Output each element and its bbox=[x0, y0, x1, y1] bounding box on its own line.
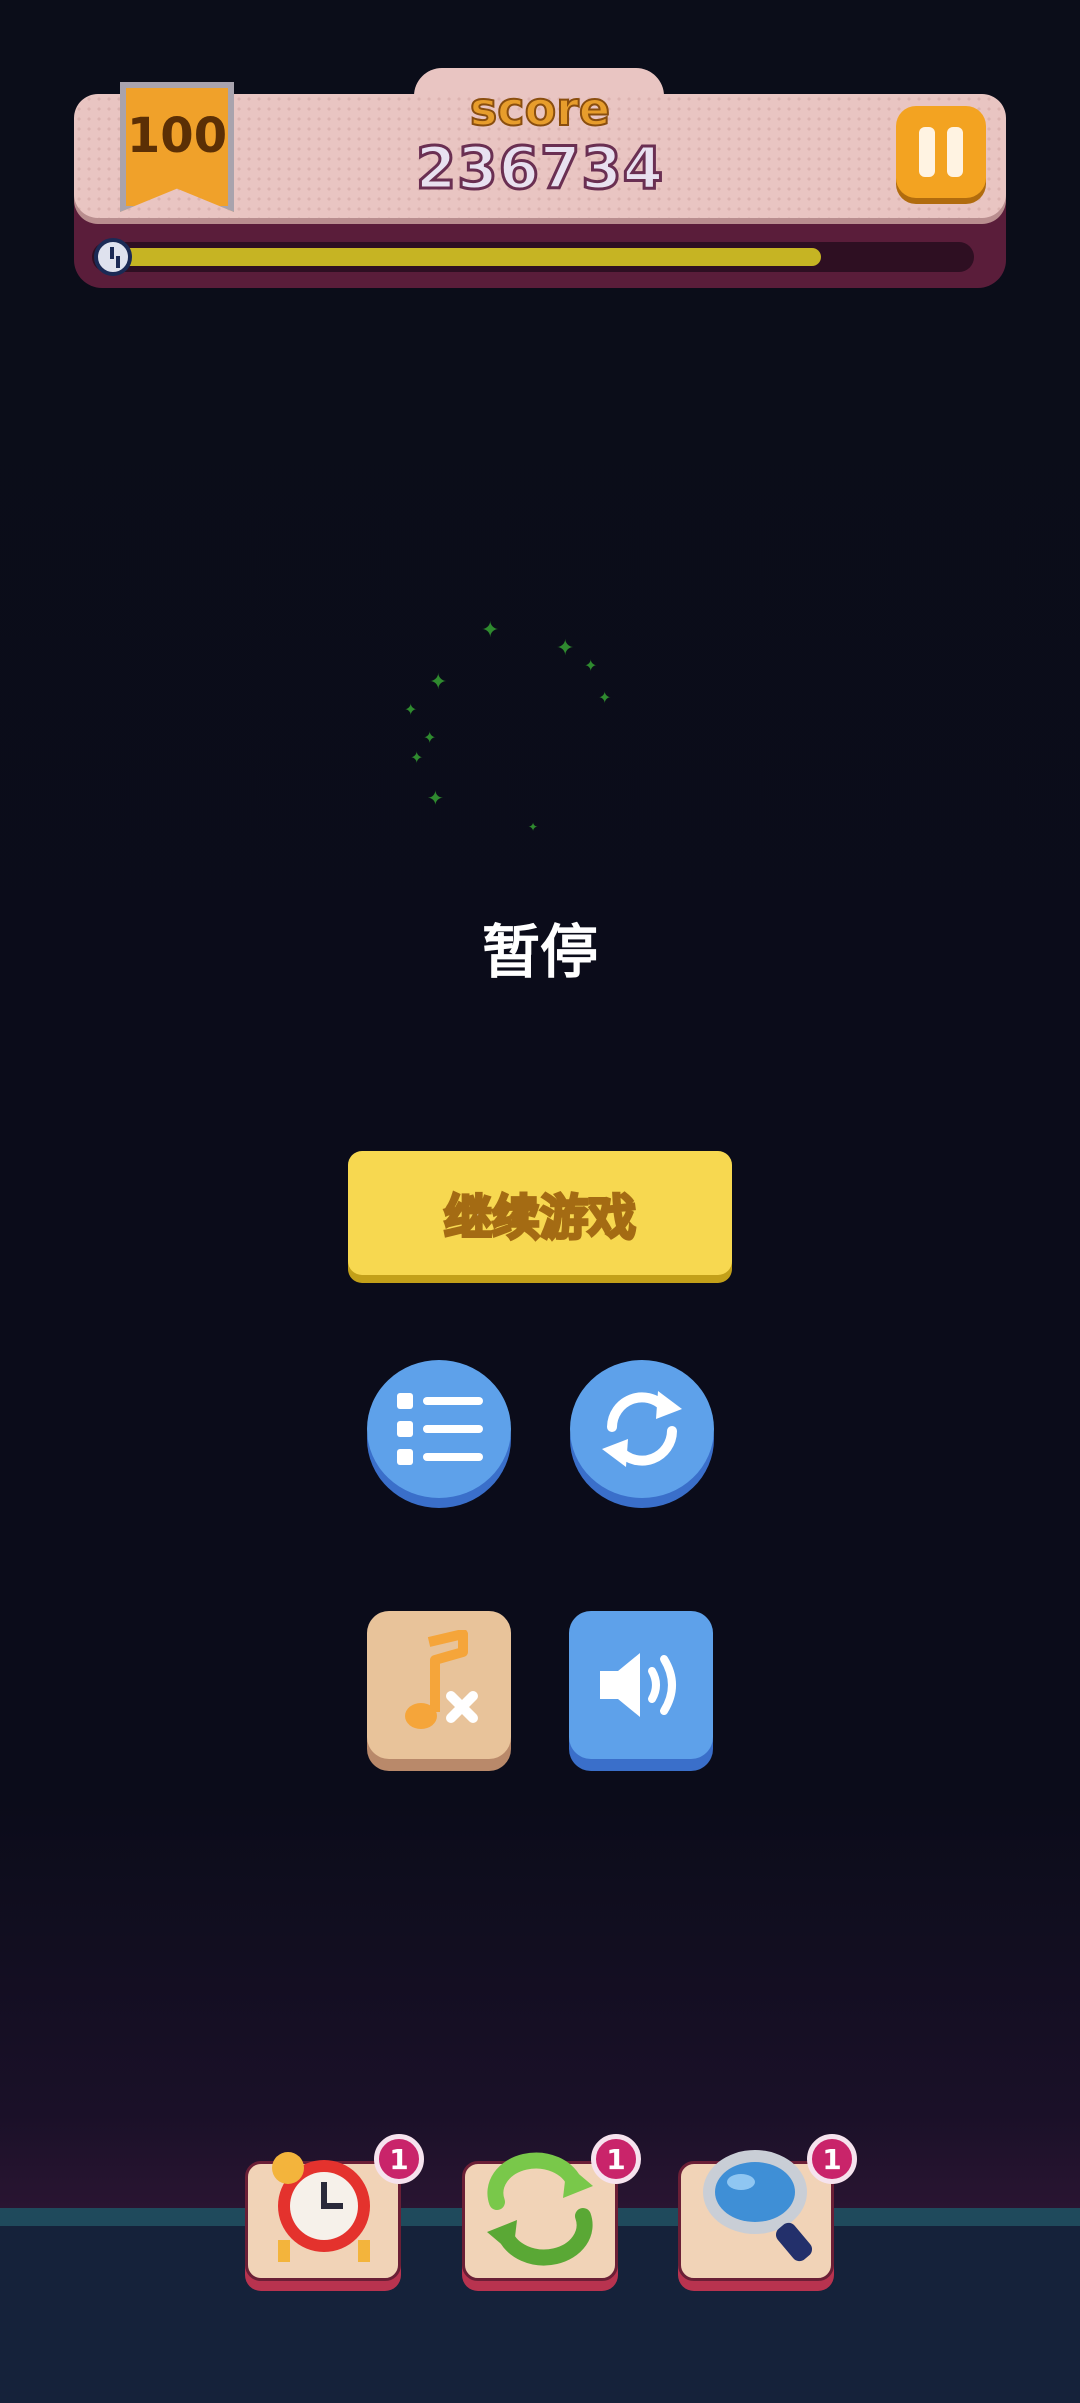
clock-icon bbox=[94, 238, 132, 276]
list-icon bbox=[397, 1393, 483, 1465]
sparkle-icon: ✦ bbox=[404, 700, 418, 719]
alarm-clock-icon bbox=[272, 2152, 370, 2262]
timer-fill bbox=[110, 248, 821, 266]
continue-game-button[interactable]: 继续游戏 bbox=[348, 1151, 732, 1275]
timer-bar bbox=[92, 238, 974, 276]
score-header: 100 score 236734 bbox=[74, 68, 1006, 288]
sparkle-icon: ✦ bbox=[410, 748, 424, 767]
score-label: score bbox=[469, 81, 611, 137]
sparkle-icon: ✦ bbox=[556, 636, 575, 661]
sparkle-icon: ✦ bbox=[429, 670, 448, 695]
sound-toggle-button[interactable] bbox=[569, 1611, 713, 1759]
sparkle-icon: ✦ bbox=[584, 656, 598, 675]
booster-count-badge: 1 bbox=[807, 2134, 857, 2184]
paused-title: 暂停 bbox=[481, 918, 598, 986]
refresh-icon bbox=[602, 1391, 682, 1467]
pause-icon-bar bbox=[947, 127, 963, 177]
sparkle-icon: ✦ bbox=[598, 688, 612, 707]
sparkle-icon: ✦ bbox=[423, 728, 437, 747]
music-muted-icon bbox=[405, 1630, 478, 1729]
pause-button[interactable] bbox=[896, 106, 986, 198]
pause-icon bbox=[919, 127, 935, 177]
sparkle-icon: ✦ bbox=[481, 618, 500, 643]
booster-count-badge: 1 bbox=[374, 2134, 424, 2184]
shuffle-icon bbox=[487, 2152, 593, 2266]
booster-magnifier[interactable]: 1 bbox=[678, 2134, 857, 2281]
booster-count-badge: 1 bbox=[591, 2134, 641, 2184]
speaker-icon bbox=[600, 1653, 676, 1717]
booster-alarm-clock[interactable]: 1 bbox=[245, 2134, 424, 2281]
score-value: 236734 bbox=[414, 133, 665, 204]
sparkle-icon: ✦ bbox=[528, 820, 539, 834]
restart-button[interactable] bbox=[570, 1360, 714, 1498]
music-toggle-button[interactable] bbox=[367, 1611, 511, 1759]
sparkle-icon: ✦ bbox=[427, 786, 444, 810]
booster-shuffle[interactable]: 1 bbox=[462, 2134, 641, 2281]
menu-list-button[interactable] bbox=[367, 1360, 511, 1498]
